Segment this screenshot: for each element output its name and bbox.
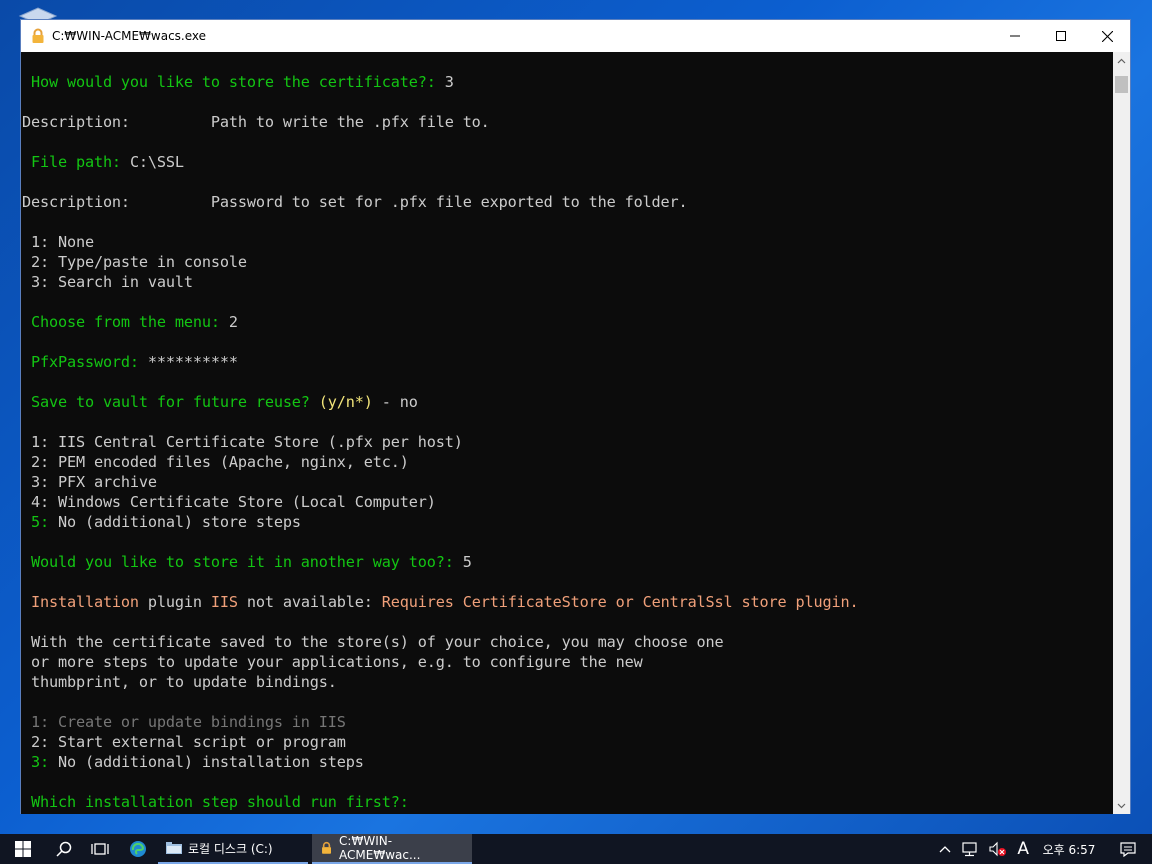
input-method-indicator[interactable]: A (1012, 834, 1034, 864)
console-text: Requires CertificateStore or CentralSsl … (381, 593, 859, 611)
close-button[interactable] (1084, 20, 1130, 52)
network-icon (962, 842, 977, 857)
console-line: 3: Search in vault (22, 272, 193, 292)
console-text: IIS (210, 593, 247, 611)
console-text: 3: PFX archive (22, 473, 157, 491)
console-line: With the certificate saved to the store(… (22, 632, 724, 652)
volume-muted-icon (989, 841, 1007, 857)
console-text: ********** (147, 353, 238, 371)
console-text: 2: Type/paste in console (22, 253, 247, 271)
taskbar: 로컬 디스크 (C:) C:₩WIN-ACME₩wac... A 오후 6:57 (0, 834, 1152, 864)
console-line: Description: Path to write the .pfx file… (22, 112, 490, 132)
console-text: 2: PEM encoded files (Apache, nginx, etc… (22, 453, 409, 471)
console-text: 3: Search in vault (22, 273, 193, 291)
volume-button[interactable] (984, 834, 1012, 864)
system-tray: A 오후 6:57 (934, 834, 1152, 864)
console-text: 2: Start external script or program (22, 733, 346, 751)
console-text: Description: Path to write the .pfx file… (22, 113, 490, 131)
task-view-icon (91, 843, 109, 855)
console-line: 5: No (additional) store steps (22, 512, 301, 532)
start-button[interactable] (0, 834, 46, 864)
show-hidden-icons-button[interactable] (934, 834, 956, 864)
console-text: 1: IIS Central Certificate Store (.pfx p… (22, 433, 463, 451)
console-line: 2: Start external script or program (22, 732, 346, 752)
console-line: Save to vault for future reuse? (y/n*) -… (22, 392, 418, 412)
console-output[interactable]: How would you like to store the certific… (21, 52, 1115, 814)
console-line: thumbprint, or to update bindings. (22, 672, 337, 692)
console-line: 2: PEM encoded files (Apache, nginx, etc… (22, 452, 409, 472)
clock[interactable]: 오후 6:57 (1034, 834, 1104, 864)
lock-icon (30, 28, 46, 44)
console-text: not available: (246, 593, 382, 611)
console-line: 1: None (22, 232, 94, 252)
taskbar-app-file-explorer[interactable]: 로컬 디스크 (C:) (158, 834, 308, 864)
network-button[interactable] (956, 834, 984, 864)
console-text: or more steps to update your application… (22, 653, 643, 671)
minimize-button[interactable] (992, 20, 1038, 52)
windows-logo-icon (15, 841, 31, 857)
console-text: C:\SSL (129, 153, 184, 171)
console-text: Description: Password to set for .pfx fi… (22, 193, 688, 211)
console-text: 2 (228, 313, 238, 331)
taskbar-app-wacs[interactable]: C:₩WIN-ACME₩wac... (312, 834, 472, 864)
console-text: No (additional) installation steps (57, 753, 364, 771)
console-text: 4: Windows Certificate Store (Local Comp… (22, 493, 436, 511)
search-button[interactable] (46, 834, 82, 864)
console-text: 5 (462, 553, 472, 571)
console-text: PfxPassword: (22, 353, 148, 371)
console-text: Which installation step should run first… (22, 793, 418, 811)
console-text: thumbprint, or to update bindings. (22, 673, 337, 691)
file-explorer-icon (166, 842, 182, 854)
console-text: 1: None (22, 233, 94, 251)
console-line: How would you like to store the certific… (22, 72, 454, 92)
console-text: Would you like to store it in another wa… (22, 553, 463, 571)
console-line: 2: Type/paste in console (22, 252, 247, 272)
console-line: Which installation step should run first… (22, 792, 418, 812)
maximize-button[interactable] (1038, 20, 1084, 52)
console-line: PfxPassword: ********** (22, 352, 238, 372)
console-line: 3: PFX archive (22, 472, 157, 492)
task-view-button[interactable] (82, 834, 118, 864)
scroll-up-arrow-icon[interactable] (1113, 52, 1130, 69)
vertical-scrollbar[interactable] (1113, 52, 1130, 814)
console-line: Choose from the menu: 2 (22, 312, 238, 332)
console-line: 1: IIS Central Certificate Store (.pfx p… (22, 432, 463, 452)
console-line: 1: Create or update bindings in IIS (22, 712, 346, 732)
console-line: Would you like to store it in another wa… (22, 552, 472, 572)
console-line: 3: No (additional) installation steps (22, 752, 364, 772)
console-text: Installation (22, 593, 148, 611)
edge-button[interactable] (118, 834, 158, 864)
search-icon (56, 841, 72, 857)
console-text: 3: (22, 753, 58, 771)
notification-icon (1120, 841, 1136, 857)
console-text: How would you like to store the certific… (22, 73, 445, 91)
console-window: C:₩WIN-ACME₩wacs.exe How would you like … (20, 19, 1131, 814)
console-line: 4: Windows Certificate Store (Local Comp… (22, 492, 436, 512)
lock-icon (322, 841, 332, 854)
taskbar-app-label: C:₩WIN-ACME₩wac... (339, 834, 421, 862)
console-text: 3 (444, 73, 454, 91)
console-text: With the certificate saved to the store(… (22, 633, 724, 651)
console-line: File path: C:\SSL (22, 152, 184, 172)
taskbar-app-label: 로컬 디스크 (C:) (188, 841, 273, 856)
window-title: C:₩WIN-ACME₩wacs.exe (52, 29, 207, 43)
console-text: plugin (147, 593, 211, 611)
console-line: Installation plugin IIS not available: R… (22, 592, 859, 612)
console-text: Choose from the menu: (22, 313, 229, 331)
title-bar[interactable]: C:₩WIN-ACME₩wacs.exe (21, 20, 1130, 52)
console-text: Save to vault for future reuse? (22, 393, 319, 411)
console-text: - no (372, 393, 418, 411)
console-text: File path: (22, 153, 130, 171)
action-center-button[interactable] (1104, 834, 1152, 864)
console-line: Description: Password to set for .pfx fi… (22, 192, 688, 212)
edge-browser-icon (130, 841, 146, 857)
console-text: No (additional) store steps (57, 513, 301, 531)
console-line: or more steps to update your application… (22, 652, 643, 672)
console-text: 5: (22, 513, 58, 531)
chevron-up-icon (939, 846, 951, 853)
scroll-down-arrow-icon[interactable] (1113, 797, 1130, 814)
console-text: 1: Create or update bindings in IIS (22, 713, 346, 731)
scroll-thumb[interactable] (1115, 76, 1128, 93)
console-text: (y/n*) (318, 393, 373, 411)
